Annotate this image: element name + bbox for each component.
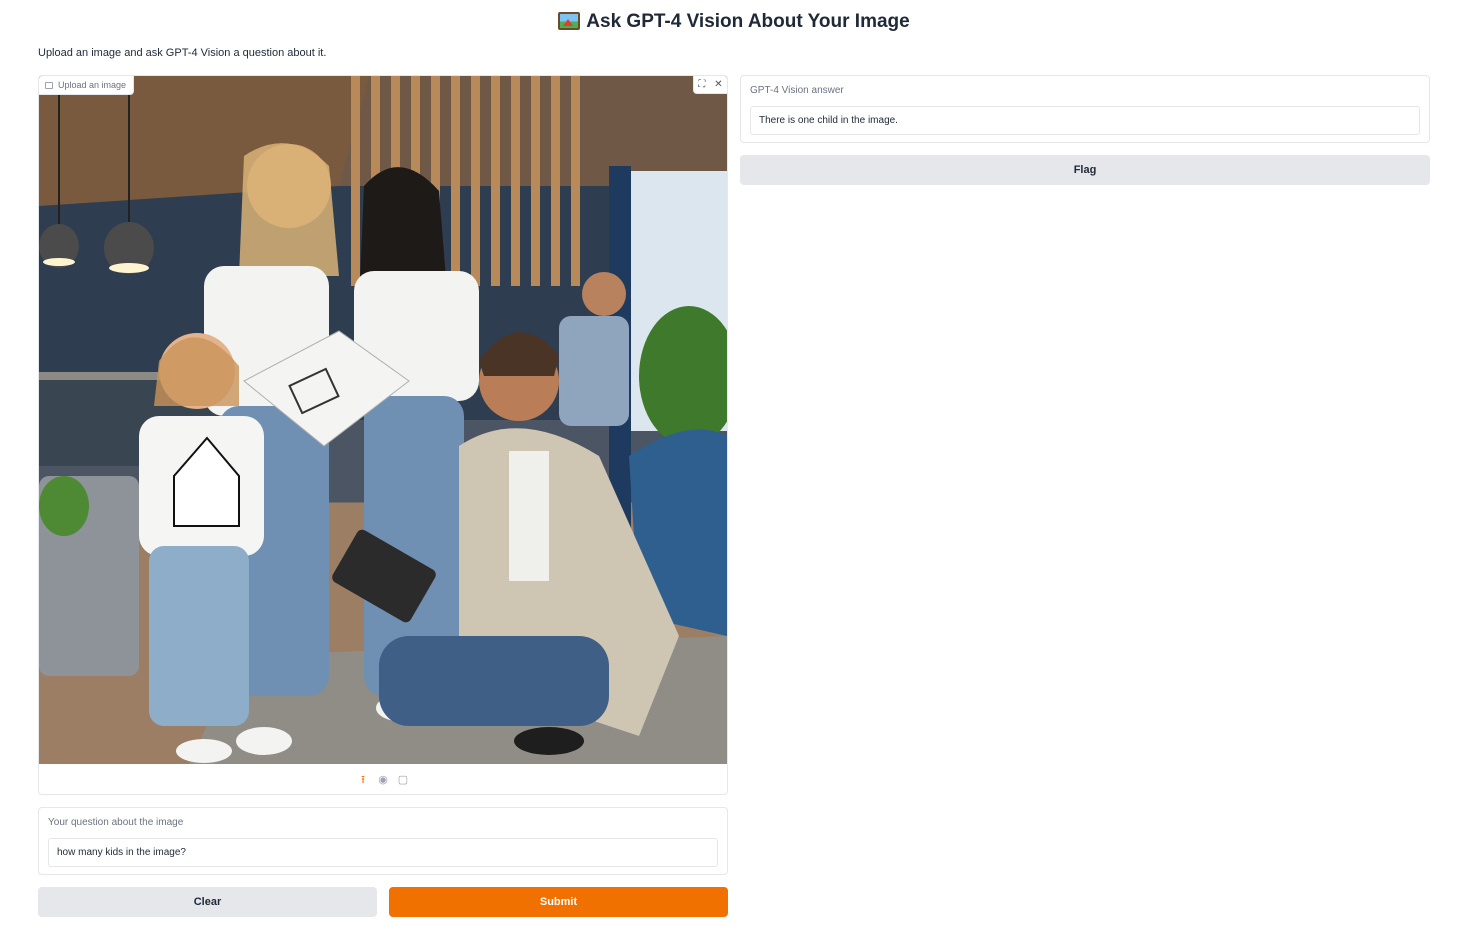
- framed-picture-icon: [558, 12, 581, 30]
- image-icon: [45, 82, 53, 89]
- answer-output[interactable]: There is one child in the image.: [750, 106, 1420, 135]
- clipboard-icon[interactable]: ▢: [397, 774, 409, 786]
- upload-icon[interactable]: ⭱: [357, 774, 369, 786]
- image-input-label: Upload an image: [39, 76, 135, 95]
- answer-label: GPT-4 Vision answer: [750, 85, 844, 96]
- flag-button[interactable]: Flag: [740, 155, 1430, 185]
- close-icon[interactable]: ✕: [714, 79, 722, 90]
- image-toolbar: ⛶ ✕: [693, 76, 727, 94]
- uploaded-image: [39, 76, 727, 764]
- image-source-bar: ⭱ ◉ ▢: [39, 764, 727, 794]
- page-description: Upload an image and ask GPT-4 Vision a q…: [38, 47, 327, 59]
- fullscreen-icon[interactable]: ⛶: [698, 79, 705, 90]
- page-title: Ask GPT-4 Vision About Your Image: [0, 8, 1468, 36]
- image-upload-panel[interactable]: Upload an image ⛶ ✕ ⭱ ◉ ▢: [38, 75, 728, 795]
- question-input[interactable]: how many kids in the image?: [48, 838, 718, 867]
- image-input-label-text: Upload an image: [58, 80, 127, 90]
- submit-button[interactable]: Submit: [389, 887, 728, 917]
- page-title-text: Ask GPT-4 Vision About Your Image: [586, 11, 910, 32]
- uploaded-image-illustration: [39, 76, 727, 764]
- webcam-icon[interactable]: ◉: [377, 774, 389, 786]
- answer-panel: GPT-4 Vision answer There is one child i…: [740, 75, 1430, 143]
- clear-button[interactable]: Clear: [38, 887, 377, 917]
- question-label: Your question about the image: [48, 817, 184, 828]
- question-panel: Your question about the image how many k…: [38, 807, 728, 875]
